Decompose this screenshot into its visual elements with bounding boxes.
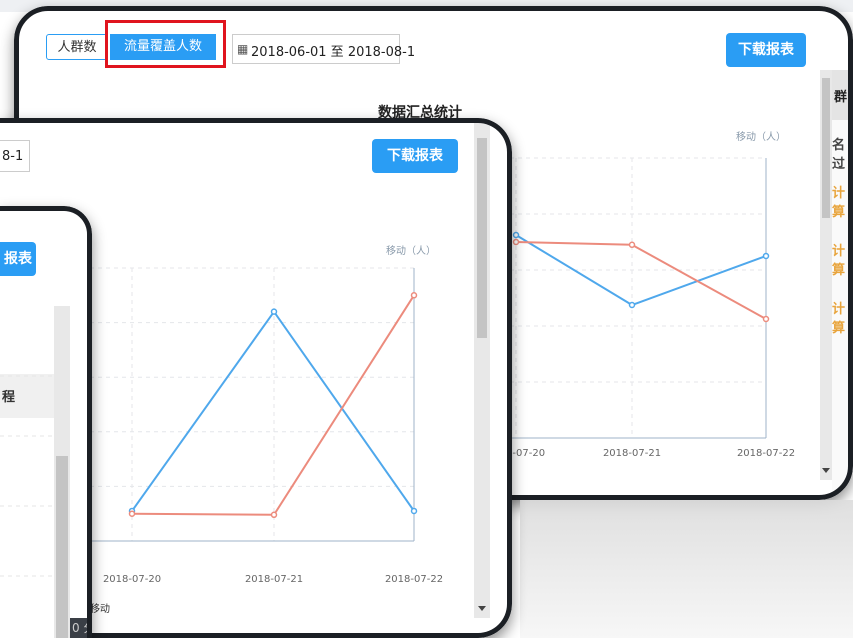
mid-series-1-point (410, 292, 418, 299)
mid-series-0-point (410, 507, 418, 515)
mid-series-line-0 (131, 309, 415, 512)
mid-series-1-point (128, 510, 136, 517)
side-table-strip: 群 名过 计算 计算 计算 (832, 70, 853, 490)
back-series-0-point (628, 301, 636, 309)
mid-x-tick-label: 2018-07-20 (103, 574, 161, 585)
back-series-0-point (762, 252, 770, 260)
back-x-tick-label: 2018-07-21 (603, 448, 661, 459)
side-label-calc-1: 计算 (832, 186, 846, 220)
scroll-down-icon[interactable] (822, 468, 830, 473)
bottom-analysis-bar: 0 分析 (70, 618, 92, 638)
scrollbar-thumb-mid[interactable] (477, 138, 487, 338)
mid-x-tick-label: 2018-07-22 (385, 574, 443, 585)
side-label-calc-2: 计算 (832, 244, 846, 278)
report-panel-front: 报表 程 0 分析 (0, 206, 92, 638)
scrollbar-thumb-back[interactable] (822, 78, 830, 218)
back-series-0-point (512, 231, 520, 239)
side-label-crowd: 群 (834, 90, 848, 105)
scrollbar-thumb-front[interactable] (56, 456, 68, 638)
bottom-legend-partial: 移动 (90, 604, 110, 615)
mid-series-line-1 (131, 294, 415, 516)
reflection (520, 500, 853, 638)
scrollbar-mid[interactable] (474, 118, 490, 618)
bottom-analysis-text: 0 分析 (72, 621, 92, 635)
back-x-tick-label: 2018-07-22 (737, 448, 795, 459)
back-series-1-point (512, 238, 520, 246)
back-series-line-1 (515, 241, 767, 320)
scroll-down-icon-mid[interactable] (478, 606, 486, 611)
scrollbar-back[interactable] (820, 70, 832, 480)
mid-series-1-point (270, 511, 278, 519)
scrollbar-front[interactable] (54, 306, 70, 638)
grid-lines-front (0, 375, 54, 577)
side-label-ranked: 名过 (832, 138, 846, 172)
back-series-1-point (762, 315, 770, 323)
mid-series-0-point (270, 308, 278, 315)
mid-x-tick-label: 2018-07-21 (245, 574, 303, 585)
back-series-1-point (628, 241, 636, 249)
side-label-calc-3: 计算 (832, 302, 846, 336)
